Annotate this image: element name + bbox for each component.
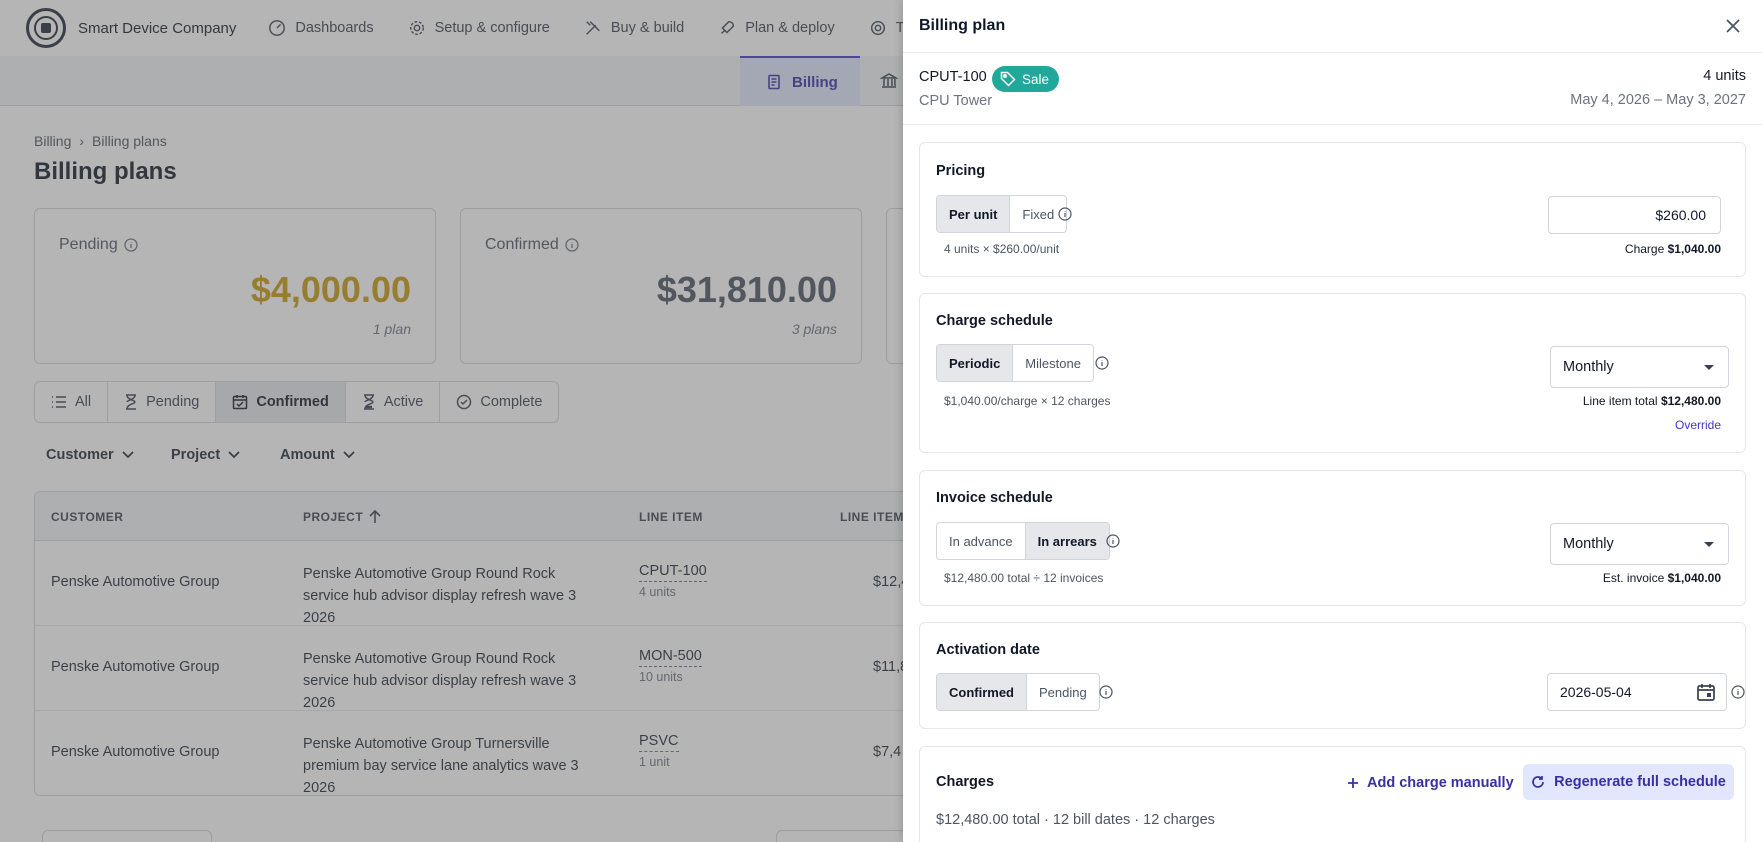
dropdown-arrow-icon xyxy=(1704,365,1714,370)
activation-date-section: Activation date Confirmed Pending 2026-0… xyxy=(919,622,1746,729)
estimated-invoice: Est. invoice $1,040.00 xyxy=(1603,571,1721,585)
product-name: CPU Tower xyxy=(919,93,993,109)
invoice-schedule-section: Invoice schedule In advance In arrears M… xyxy=(919,470,1746,606)
drawer-header: Billing plan xyxy=(903,0,1762,53)
section-title: Charge schedule xyxy=(936,313,1053,329)
close-icon[interactable] xyxy=(1724,17,1742,35)
invoice-frequency-select[interactable]: Monthly xyxy=(1550,523,1729,565)
activation-date-input[interactable]: 2026-05-04 xyxy=(1547,673,1727,711)
section-title: Charges xyxy=(936,774,995,790)
add-charge-button[interactable]: Add charge manually xyxy=(1347,775,1514,791)
unit-count: 4 units xyxy=(1703,68,1746,84)
modal-backdrop[interactable] xyxy=(0,0,903,842)
regenerate-schedule-button[interactable]: Regenerate full schedule xyxy=(1523,764,1734,800)
charges-summary: $12,480.00 total · 12 bill dates · 12 ch… xyxy=(936,812,1215,828)
sku-code: CPUT-100 xyxy=(919,69,987,85)
billing-plan-drawer: Billing plan CPUT-100 Sale CPU Tower 4 u… xyxy=(903,0,1762,842)
button-label: Add charge manually xyxy=(1367,775,1514,791)
date-value: 2026-05-04 xyxy=(1560,684,1632,700)
line-item-summary: CPUT-100 Sale CPU Tower 4 units May 4, 2… xyxy=(903,53,1762,125)
plus-icon xyxy=(1348,778,1358,788)
charge-total: Charge $1,040.00 xyxy=(1625,242,1721,256)
charge-frequency-select[interactable]: Monthly xyxy=(1550,346,1729,388)
estimate-label: Est. invoice xyxy=(1602,571,1665,585)
activation-confirmed-option[interactable]: Confirmed xyxy=(937,674,1027,710)
activation-status-toggle: Confirmed Pending xyxy=(936,673,1100,711)
dropdown-arrow-icon xyxy=(1704,542,1714,547)
line-item-total: Line item total $12,480.00 xyxy=(1583,394,1721,408)
badge-label: Sale xyxy=(1022,71,1050,87)
sale-badge: Sale xyxy=(992,66,1060,92)
plan-date-range: May 4, 2026 – May 3, 2027 xyxy=(1570,92,1746,108)
charge-milestone-option[interactable]: Milestone xyxy=(1013,345,1093,381)
info-icon[interactable] xyxy=(1731,685,1745,699)
charge-periodic-option[interactable]: Periodic xyxy=(937,345,1014,381)
section-title: Invoice schedule xyxy=(936,490,1053,506)
activation-pending-option[interactable]: Pending xyxy=(1027,674,1099,710)
calendar-icon[interactable] xyxy=(1696,682,1716,702)
info-icon[interactable] xyxy=(1106,534,1120,548)
pricing-hint: 4 units × $260.00/unit xyxy=(944,242,1060,256)
info-icon[interactable] xyxy=(1058,207,1072,221)
estimate-value: $1,040.00 xyxy=(1667,571,1721,585)
charge-schedule-toggle: Periodic Milestone xyxy=(936,344,1094,382)
drawer-title: Billing plan xyxy=(919,17,1006,34)
charge-schedule-section: Charge schedule Periodic Milestone Month… xyxy=(919,293,1746,453)
button-label: Regenerate full schedule xyxy=(1554,774,1726,790)
pricing-section: Pricing Per unit Fixed $260.00 4 units ×… xyxy=(919,142,1746,277)
charge-schedule-hint: $1,040.00/charge × 12 charges xyxy=(944,394,1111,408)
pricing-mode-toggle: Per unit Fixed xyxy=(936,195,1068,233)
select-value: Monthly xyxy=(1563,359,1614,375)
total-label: Line item total xyxy=(1582,394,1658,408)
unit-price-input[interactable]: $260.00 xyxy=(1548,196,1721,234)
total-value: $12,480.00 xyxy=(1660,394,1721,408)
section-title: Activation date xyxy=(936,642,1040,658)
select-value: Monthly xyxy=(1563,536,1614,552)
section-title: Pricing xyxy=(936,163,986,179)
info-icon[interactable] xyxy=(1099,685,1113,699)
charge-value: $1,040.00 xyxy=(1667,242,1721,256)
invoice-in-advance-option[interactable]: In advance xyxy=(937,523,1026,559)
invoice-schedule-hint: $12,480.00 total ÷ 12 invoices xyxy=(944,571,1104,585)
pricing-per-unit-option[interactable]: Per unit xyxy=(937,196,1011,232)
charges-section: Charges Add charge manually Regenerate f… xyxy=(919,746,1746,842)
tag-icon xyxy=(1000,71,1016,87)
info-icon[interactable] xyxy=(1095,356,1109,370)
invoice-in-arrears-option[interactable]: In arrears xyxy=(1025,523,1109,559)
charge-label: Charge xyxy=(1624,242,1665,256)
invoice-timing-toggle: In advance In arrears xyxy=(936,522,1110,560)
override-link[interactable]: Override xyxy=(1675,418,1721,432)
refresh-icon xyxy=(1532,776,1545,788)
